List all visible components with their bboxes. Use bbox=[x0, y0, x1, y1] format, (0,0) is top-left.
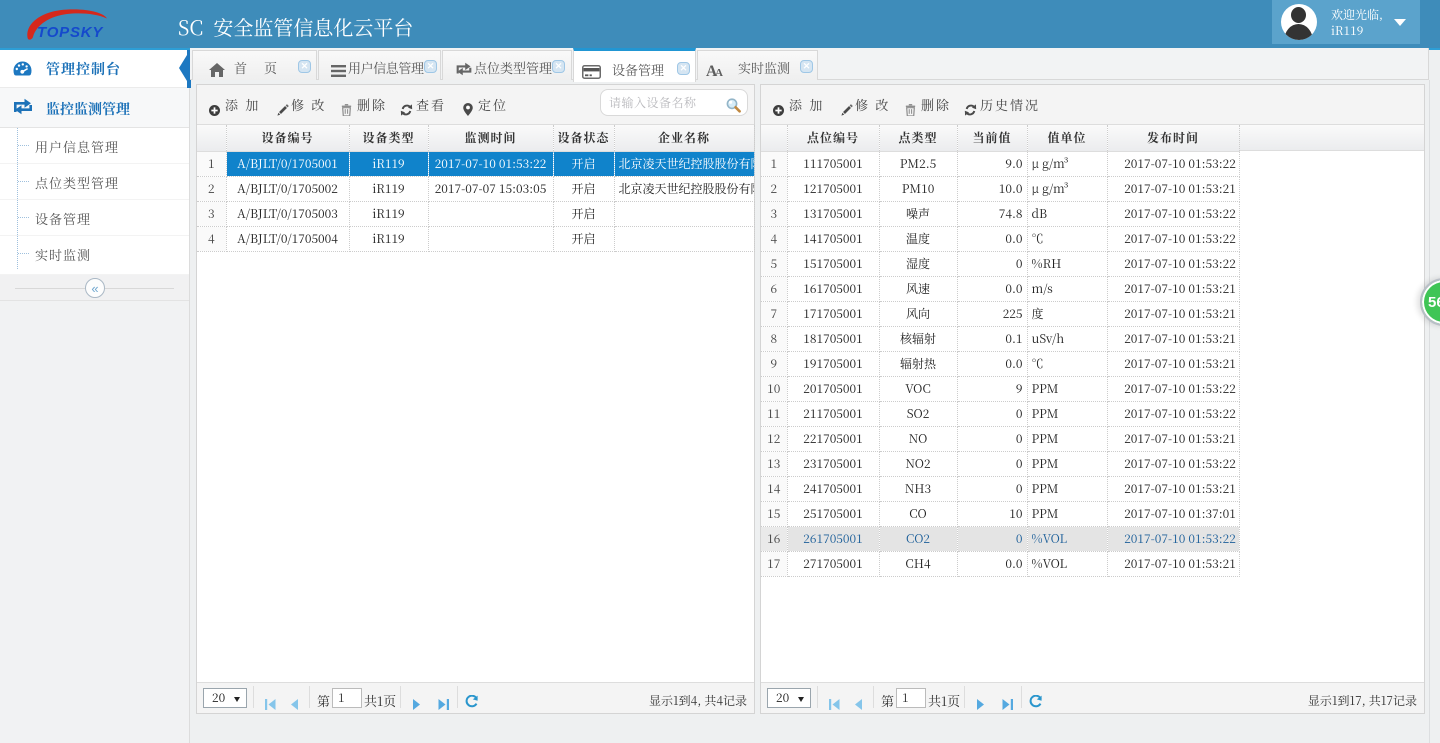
svg-text:A: A bbox=[715, 67, 723, 77]
svg-text:TOPSKY: TOPSKY bbox=[37, 24, 104, 41]
